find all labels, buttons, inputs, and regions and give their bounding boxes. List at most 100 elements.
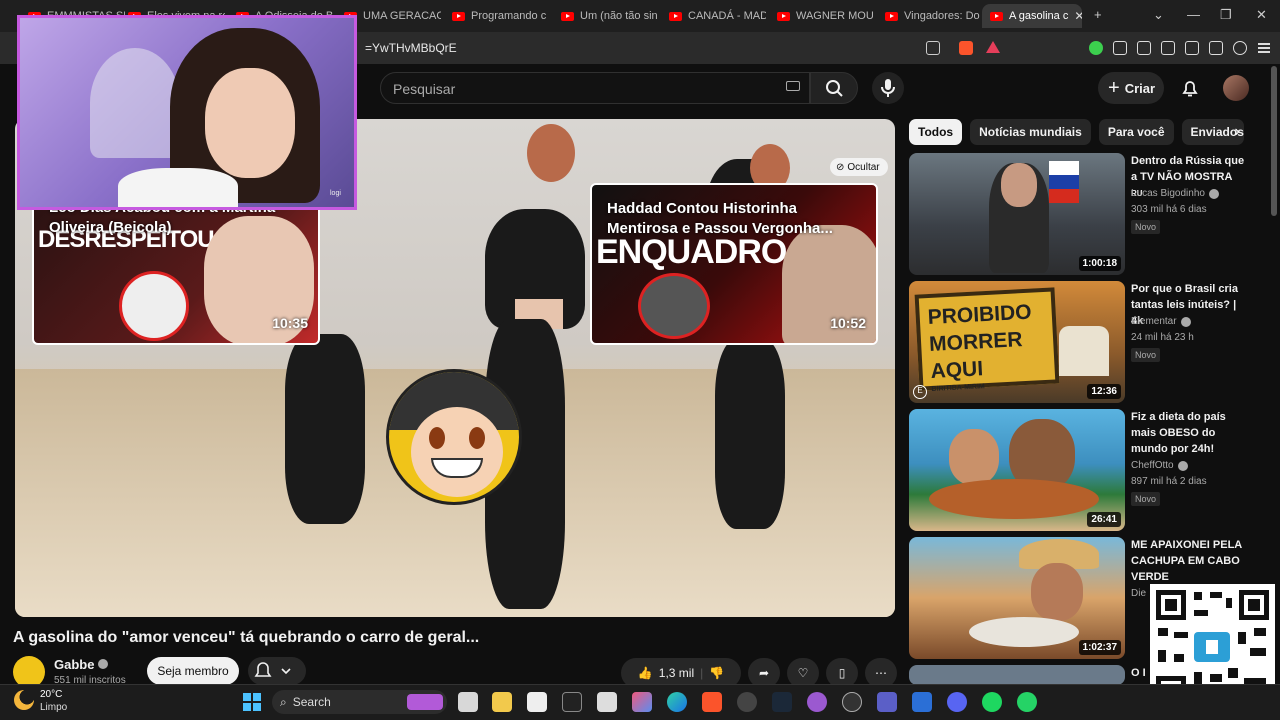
channel-name[interactable]: Elementar: [1131, 316, 1191, 327]
browser-tab[interactable]: Vingadores: Do: [877, 4, 982, 28]
leo-ai-icon[interactable]: [1209, 41, 1223, 55]
video-thumbnail[interactable]: 1:02:37: [909, 537, 1125, 659]
create-button[interactable]: + Criar: [1098, 72, 1164, 104]
chip-for-you[interactable]: Para você: [1098, 119, 1174, 145]
account-avatar[interactable]: [1223, 75, 1249, 101]
task-view-icon[interactable]: [458, 692, 478, 712]
thumb-plate: [969, 617, 1079, 647]
minimize-icon[interactable]: —: [1187, 7, 1200, 22]
copilot-icon[interactable]: [632, 692, 652, 712]
thumb-face: [1031, 563, 1083, 621]
brave-rewards-icon[interactable]: [986, 41, 1000, 53]
age-text: há 6 dias: [1166, 204, 1207, 215]
search-icon: ⌕: [280, 694, 287, 709]
video-title: ME APAIXONEI PELA CACHUPA EM CABO VERDE: [1131, 539, 1242, 583]
hide-endcards-button[interactable]: ⊘ Ocultar: [830, 158, 888, 176]
video-thumbnail[interactable]: 1:00:18: [909, 153, 1125, 275]
brave-icon[interactable]: [702, 692, 722, 712]
mascot-face: [411, 407, 503, 497]
teams-icon[interactable]: [877, 692, 897, 712]
flag-blue: [1049, 175, 1079, 189]
chevron-down-icon[interactable]: ⌄: [1153, 7, 1164, 23]
extension-icon[interactable]: [1089, 41, 1103, 55]
restore-icon[interactable]: ❐: [1220, 7, 1232, 23]
music-icon[interactable]: [1137, 41, 1151, 55]
recommended-video[interactable]: 26:41 Fiz a dieta do país mais OBESO do …: [909, 409, 1269, 531]
endcard-duration: 10:35: [272, 315, 308, 331]
keyboard-icon[interactable]: [786, 81, 800, 91]
video-meta: 24 mil há 23 h: [1131, 332, 1194, 343]
cast-icon[interactable]: [926, 41, 940, 55]
endcard-video[interactable]: DESRESPEITOU Leo Dias Acabou com a Marti…: [32, 204, 320, 345]
age-text: há 2 dias: [1166, 476, 1207, 487]
subscribed-button[interactable]: [248, 657, 306, 685]
plus-icon: +: [1108, 76, 1120, 99]
edge-icon[interactable]: [667, 692, 687, 712]
taskbar-search[interactable]: ⌕ Search: [272, 690, 447, 714]
video-thumbnail[interactable]: PROIBIDO MORRER AQUI BIRITIBA-MIRIM E 12:…: [909, 281, 1125, 403]
file-explorer-icon[interactable]: [492, 692, 512, 712]
steam-icon[interactable]: [772, 692, 792, 712]
spotify-icon[interactable]: [982, 692, 1002, 712]
channel-name[interactable]: Lucas Bigodinho: [1131, 188, 1219, 199]
app-icon[interactable]: [807, 692, 827, 712]
calculator-icon[interactable]: [597, 692, 617, 712]
wallet-icon[interactable]: [1185, 41, 1199, 55]
close-window-icon[interactable]: ✕: [1256, 7, 1267, 23]
moon-icon[interactable]: [14, 690, 34, 710]
windows-start-icon[interactable]: [242, 692, 262, 712]
search-input[interactable]: Pesquisar: [380, 72, 810, 104]
youtube-icon: [885, 11, 898, 21]
browser-tab[interactable]: Um (não tão sin: [553, 4, 658, 28]
chip-world-news[interactable]: Notícias mundiais: [970, 119, 1091, 145]
close-tab-icon[interactable]: ✕: [1074, 9, 1082, 23]
store-icon[interactable]: [527, 692, 547, 712]
epic-games-icon[interactable]: [562, 692, 582, 712]
translator-icon[interactable]: [912, 692, 932, 712]
youtube-icon: [990, 11, 1003, 21]
app-icon[interactable]: [842, 692, 862, 712]
thumbs-down-icon[interactable]: 👎: [709, 666, 724, 680]
browser-tab-active[interactable]: A gasolina c ✕: [982, 4, 1082, 28]
dancer-legs: [715, 339, 785, 529]
voice-search-button[interactable]: [872, 72, 904, 104]
browser-tab[interactable]: WAGNER MOUR: [769, 4, 874, 28]
flag-red: [1049, 189, 1079, 203]
whatsapp-icon[interactable]: [1017, 692, 1037, 712]
weather-temperature[interactable]: 20°C: [40, 689, 62, 700]
video-title: Fiz a dieta do país mais OBESO do mundo …: [1131, 411, 1226, 455]
endcard-video[interactable]: ENQUADRO Haddad Contou Historinha Mentir…: [590, 183, 878, 345]
sidebar-icon[interactable]: [1161, 41, 1175, 55]
url-field[interactable]: =YwTHvMBbQrE: [365, 41, 457, 55]
browser-tab[interactable]: Programando c: [444, 4, 549, 28]
video-thumbnail[interactable]: 26:41: [909, 409, 1125, 531]
page-scrollbar[interactable]: [1271, 66, 1277, 216]
obs-icon[interactable]: [737, 692, 757, 712]
weather-condition[interactable]: Limpo: [40, 702, 67, 713]
vpn-icon[interactable]: [1233, 41, 1247, 55]
discord-icon[interactable]: [947, 692, 967, 712]
chip-all[interactable]: Todos: [909, 119, 963, 145]
video-thumbnail[interactable]: [909, 665, 1125, 685]
search-button[interactable]: [810, 72, 858, 104]
recommended-video[interactable]: 1:00:18 Dentro da Rússia que a TV NÃO MO…: [909, 153, 1269, 275]
thumbs-up-icon: 👍: [637, 666, 653, 680]
new-tab-button[interactable]: +: [1094, 7, 1102, 22]
endcard-duration: 10:52: [830, 315, 866, 331]
verified-check-icon: [1177, 460, 1188, 471]
notifications-bell-icon[interactable]: [1180, 78, 1200, 98]
browser-tab[interactable]: CANADÁ - MAD: [661, 4, 766, 28]
menu-icon[interactable]: [1257, 41, 1271, 55]
join-button[interactable]: Seja membro: [147, 657, 239, 685]
chevron-right-icon[interactable]: ›: [1226, 121, 1248, 143]
puzzle-icon[interactable]: [1113, 41, 1127, 55]
channel-name[interactable]: Die: [1131, 588, 1146, 599]
recommended-video[interactable]: PROIBIDO MORRER AQUI BIRITIBA-MIRIM E 12:…: [909, 281, 1269, 403]
channel-name[interactable]: Gabbe: [54, 657, 109, 672]
search-icon: [826, 80, 843, 97]
brave-shield-icon[interactable]: [959, 41, 973, 55]
microphone-icon: [881, 79, 895, 97]
video-duration: 12:36: [1087, 384, 1121, 399]
streamer-shirt: [118, 168, 238, 207]
channel-name[interactable]: CheffOtto: [1131, 460, 1188, 471]
